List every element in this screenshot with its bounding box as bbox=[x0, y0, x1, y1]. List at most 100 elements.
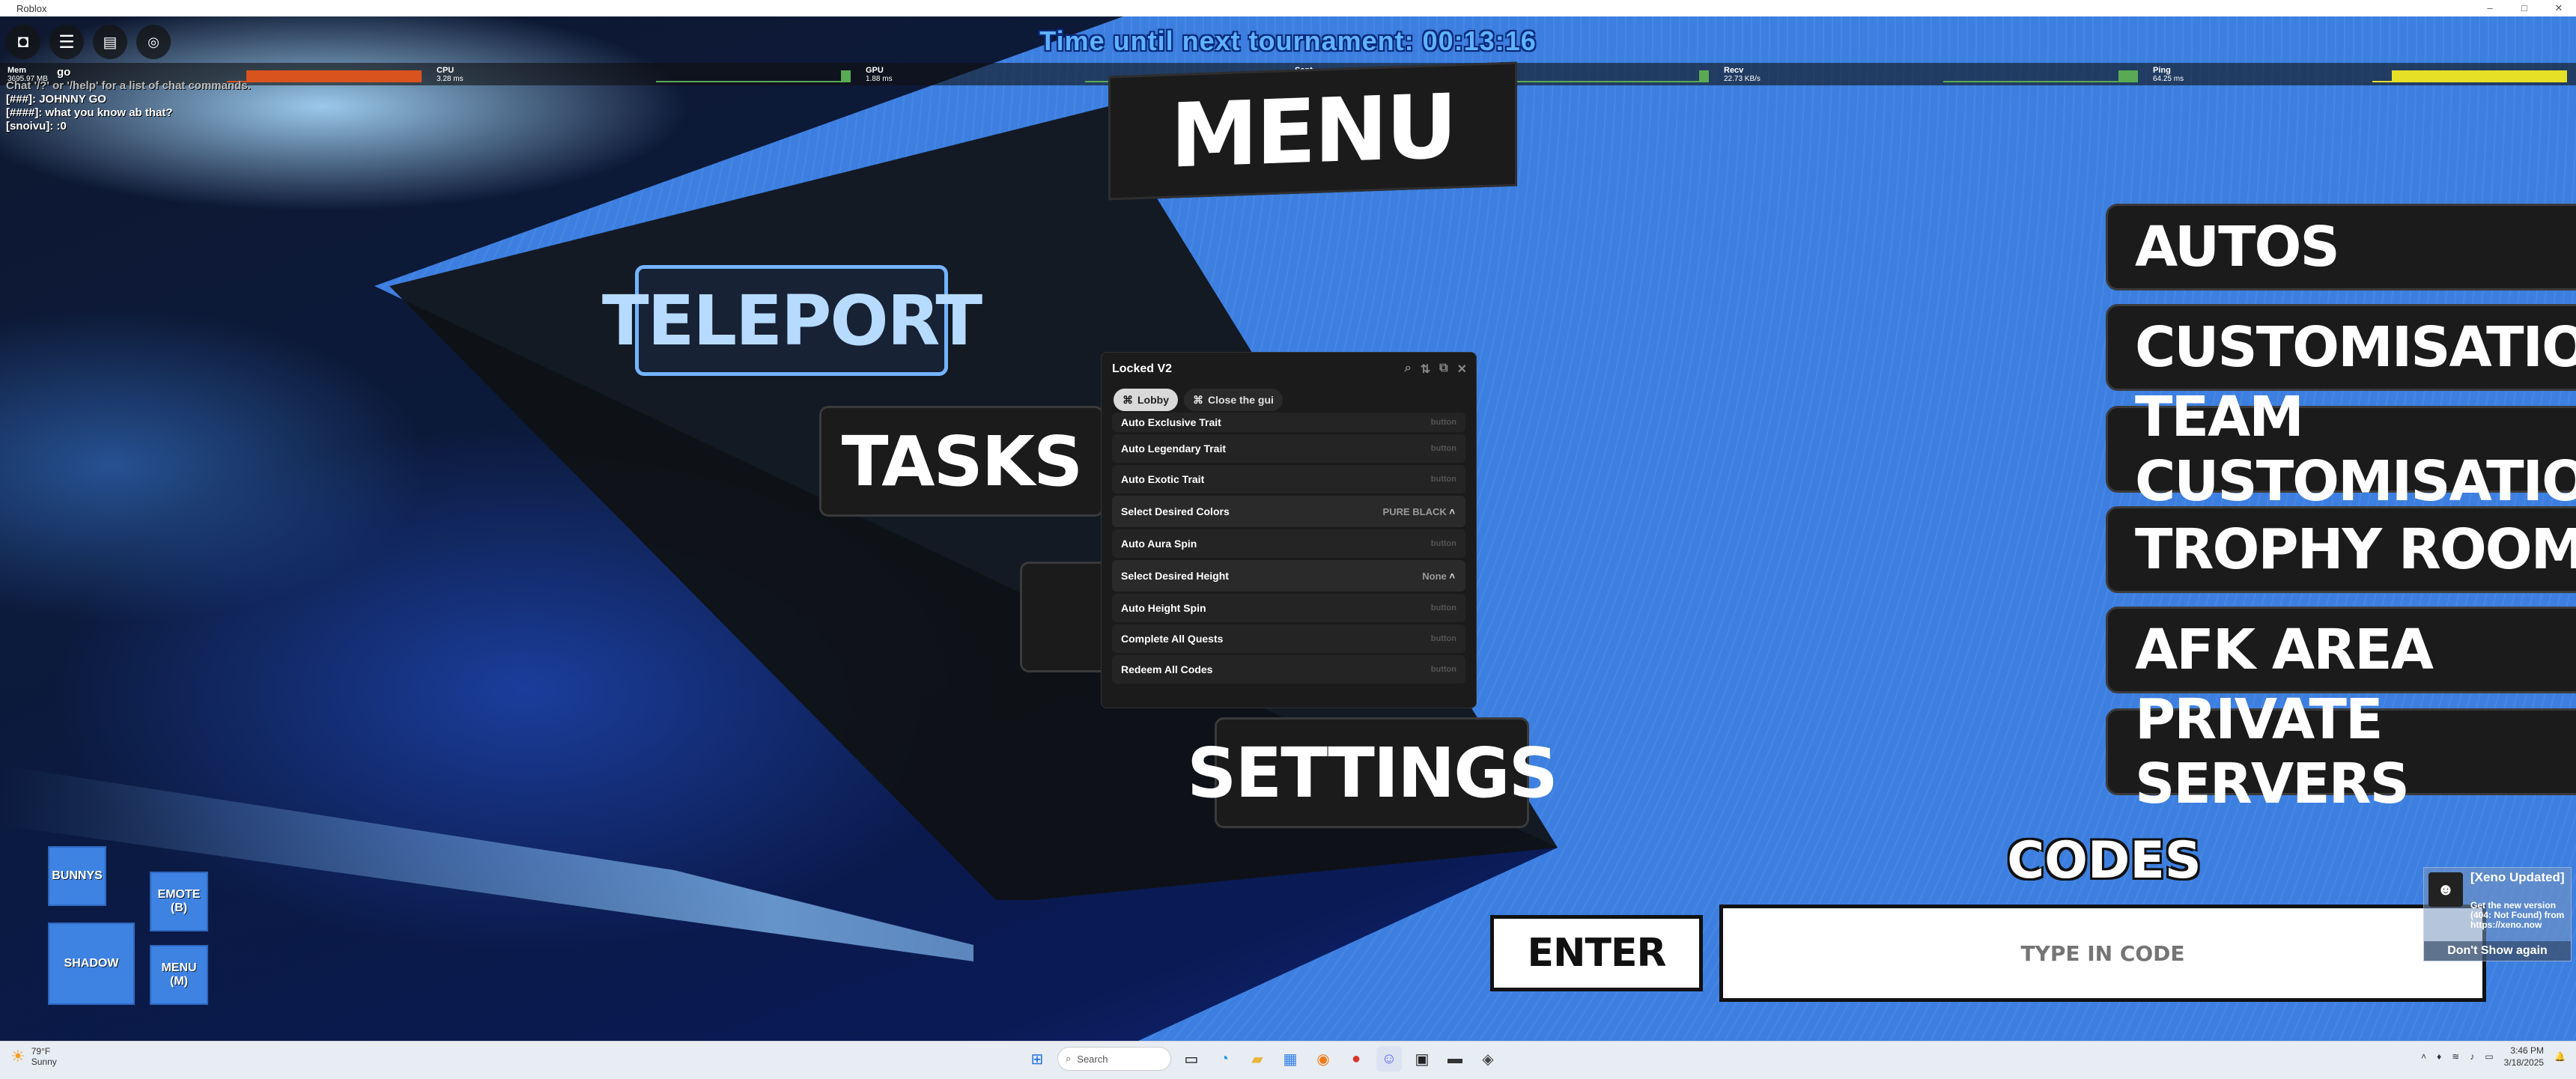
stat-label: Recv bbox=[1724, 66, 1744, 75]
xeno-message: Get the new version (404: Not Found) fro… bbox=[2470, 900, 2565, 930]
dont-show-again-button[interactable]: Don't Show again bbox=[2424, 941, 2571, 961]
minimize-button[interactable]: – bbox=[2473, 0, 2507, 16]
window-titlebar: Roblox – □ ✕ bbox=[0, 0, 2576, 16]
app-orange-icon[interactable]: ◉ bbox=[1310, 1046, 1336, 1072]
battery-icon[interactable]: ▭ bbox=[2485, 1051, 2493, 1062]
clock[interactable]: 3:46 PM 3/18/2025 bbox=[2504, 1045, 2544, 1069]
search-icon[interactable]: ⌕ bbox=[1405, 362, 1412, 377]
tray-chevron-icon[interactable]: ˄ bbox=[2421, 1051, 2426, 1062]
stat-bar-fill bbox=[2392, 70, 2567, 81]
option-label: Select Desired Colors bbox=[1121, 505, 1230, 517]
microphone-icon[interactable]: ♦ bbox=[2437, 1051, 2441, 1062]
team-customisation-button[interactable]: TEAM CUSTOMISATION bbox=[2106, 385, 2576, 514]
shadow-button[interactable]: SHADOW bbox=[48, 923, 135, 1005]
chat-message: [####]: what you know ab that? bbox=[6, 106, 455, 120]
gui-option-list: Auto Exclusive Trait button Auto Legendar… bbox=[1112, 413, 1465, 686]
settings-button[interactable]: SETTINGS bbox=[1187, 717, 1558, 828]
tab-lobby[interactable]: ⌘ Lobby bbox=[1114, 389, 1178, 411]
option-label: Select Desired Height bbox=[1121, 570, 1229, 582]
select-value: PURE BLACK ˄ bbox=[1383, 506, 1455, 517]
store-icon[interactable]: ▦ bbox=[1278, 1046, 1303, 1072]
start-button[interactable]: ⊞ bbox=[1024, 1046, 1050, 1072]
roblox-logo-button[interactable]: ◘ bbox=[6, 25, 40, 59]
stat-label: Ping bbox=[2153, 66, 2171, 75]
volume-icon[interactable]: ♪ bbox=[2470, 1051, 2474, 1062]
select-value-text: None bbox=[1422, 570, 1447, 582]
stat-bar bbox=[2372, 69, 2567, 82]
teleport-button[interactable]: TELEPORT bbox=[602, 265, 982, 376]
gui-header: Locked V2 ⌕ ⇅ ⧉ ✕ bbox=[1102, 353, 1476, 386]
weather-widget[interactable]: ☀ 79°F Sunny bbox=[10, 1046, 57, 1067]
option-auto-exclusive-trait[interactable]: Auto Exclusive Trait button bbox=[1112, 413, 1465, 432]
option-label: Auto Aura Spin bbox=[1121, 538, 1197, 550]
weather-desc: Sunny bbox=[31, 1057, 57, 1067]
chat-icon: ▤ bbox=[103, 34, 118, 51]
close-window-button[interactable]: ✕ bbox=[2542, 0, 2576, 16]
menu-m-button[interactable]: MENU (M) bbox=[150, 945, 208, 1005]
gui-title: Locked V2 bbox=[1112, 362, 1173, 375]
option-auto-height-spin[interactable]: Auto Height Spin button bbox=[1112, 594, 1465, 622]
tab-label: Lobby bbox=[1137, 394, 1169, 406]
close-gui-icon: ⌘ bbox=[1193, 393, 1203, 406]
chevron-up-icon: ˄ bbox=[1449, 505, 1455, 517]
file-explorer-icon[interactable]: ▰ bbox=[1245, 1046, 1270, 1072]
option-auto-exotic-trait[interactable]: Auto Exotic Trait button bbox=[1112, 465, 1465, 493]
roblox-logo-icon: ◘ bbox=[17, 31, 29, 52]
chat-hint: Chat '/?' or '/help' for a list of chat … bbox=[6, 79, 251, 92]
private-servers-button[interactable]: PRIVATE SERVERS bbox=[2106, 687, 2576, 816]
stat-cpu: CPU 3.28 ms bbox=[429, 63, 858, 85]
clock-time: 3:46 PM bbox=[2510, 1045, 2545, 1056]
option-complete-all-quests[interactable]: Complete All Quests button bbox=[1112, 624, 1465, 653]
menu-button[interactable]: ☰ bbox=[49, 25, 84, 59]
bunnys-button[interactable]: BUNNYS bbox=[48, 846, 106, 906]
stat-ping: Ping 64.25 ms bbox=[2145, 63, 2575, 85]
keybind-label: button bbox=[1430, 634, 1456, 643]
enter-code-button[interactable]: ENTER bbox=[1490, 915, 1703, 991]
taskbar-apps: ⊞ ⌕ Search ▭ ◔ ▰ ▦ ◉ ● ☺ ▣ ▬ ◈ bbox=[1024, 1046, 1501, 1072]
customisation-button[interactable]: CUSTOMISATION bbox=[2106, 304, 2576, 391]
notifications-icon[interactable]: 🔔 bbox=[2554, 1051, 2566, 1062]
stat-label: GPU bbox=[866, 66, 884, 75]
stat-bar bbox=[656, 69, 851, 82]
stat-bar bbox=[1943, 69, 2138, 82]
tasks-button[interactable]: TASKS bbox=[819, 406, 1104, 517]
stat-bar-fill bbox=[1699, 70, 1709, 81]
option-auto-legendary-trait[interactable]: Auto Legendary Trait button bbox=[1112, 434, 1465, 463]
menu-title: MENU bbox=[1108, 61, 1517, 201]
chat-input-line[interactable]: go bbox=[6, 66, 455, 79]
search-label: Search bbox=[1077, 1053, 1108, 1065]
voice-button[interactable]: ◎ bbox=[136, 25, 171, 59]
wifi-icon[interactable]: ≋ bbox=[2452, 1051, 2459, 1062]
select-desired-colors[interactable]: Select Desired Colors PURE BLACK ˄ bbox=[1112, 496, 1465, 527]
app-dark-icon[interactable]: ▣ bbox=[1409, 1046, 1435, 1072]
edge-icon[interactable]: ◔ bbox=[1212, 1046, 1237, 1072]
xeno-title: [Xeno Updated] bbox=[2470, 870, 2565, 884]
chat-message: [snoivu]: :0 bbox=[6, 120, 455, 133]
close-icon[interactable]: ✕ bbox=[1457, 362, 1467, 377]
option-auto-aura-spin[interactable]: Auto Aura Spin button bbox=[1112, 529, 1465, 558]
tab-close-gui[interactable]: ⌘ Close the gui bbox=[1184, 389, 1283, 411]
maximize-button[interactable]: □ bbox=[2507, 0, 2542, 16]
chat-button[interactable]: ▤ bbox=[93, 25, 127, 59]
taskbar-search[interactable]: ⌕ Search bbox=[1057, 1047, 1171, 1071]
autos-button[interactable]: AUTOS bbox=[2106, 204, 2576, 291]
xeno-avatar-icon: ☻ bbox=[2428, 872, 2463, 907]
app-red-icon[interactable]: ● bbox=[1343, 1046, 1369, 1072]
settings-sliders-icon[interactable]: ⇅ bbox=[1421, 362, 1430, 377]
keybind-label: button bbox=[1430, 604, 1456, 613]
terminal-icon[interactable]: ▬ bbox=[1442, 1046, 1468, 1072]
select-desired-height[interactable]: Select Desired Height None ˄ bbox=[1112, 560, 1465, 592]
option-redeem-all-codes[interactable]: Redeem All Codes button bbox=[1112, 655, 1465, 684]
task-view-icon[interactable]: ▭ bbox=[1179, 1046, 1204, 1072]
trophy-room-button[interactable]: TROPHY ROOM bbox=[2106, 506, 2576, 593]
afk-area-button[interactable]: AFK AREA bbox=[2106, 607, 2576, 693]
code-input[interactable] bbox=[1719, 905, 2486, 1002]
discord-icon[interactable]: ☺ bbox=[1376, 1046, 1402, 1072]
chat-author: [snoivu]: bbox=[6, 120, 54, 133]
hamburger-icon: ☰ bbox=[58, 31, 75, 52]
roblox-taskbar-icon[interactable]: ◈ bbox=[1475, 1046, 1501, 1072]
minimize-icon[interactable]: ⧉ bbox=[1439, 362, 1448, 377]
clock-date: 3/18/2025 bbox=[2503, 1057, 2545, 1068]
chat-input[interactable]: go bbox=[57, 66, 70, 79]
emote-button[interactable]: EMOTE (B) bbox=[150, 872, 208, 931]
